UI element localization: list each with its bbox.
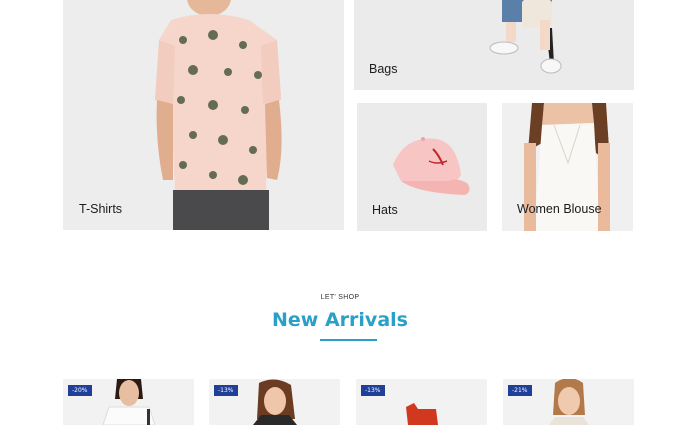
section-title: New Arrivals (272, 309, 408, 331)
category-tile-bags[interactable]: Bags (354, 0, 634, 90)
discount-badge: -13% (214, 385, 238, 396)
discount-badge: -21% (508, 385, 532, 396)
category-tile-women-blouse[interactable]: Women Blouse (502, 103, 633, 231)
section-eyebrow: LET' SHOP (320, 294, 360, 301)
category-label-hats: Hats (372, 203, 398, 217)
category-label-bags: Bags (369, 62, 398, 76)
category-label-women-blouse: Women Blouse (517, 202, 602, 216)
bags-image (489, 0, 562, 74)
category-tile-hats[interactable]: Hats (357, 103, 487, 231)
product-card[interactable]: -20% (63, 379, 194, 425)
product-card[interactable]: -13% (356, 379, 487, 425)
category-label-tshirts: T-Shirts (79, 202, 123, 216)
discount-badge: -20% (68, 385, 92, 396)
tshirts-image (155, 0, 282, 230)
category-tile-tshirts[interactable]: T-Shirts (63, 0, 344, 230)
product-card[interactable]: -21% (503, 379, 634, 425)
section-title-underline (320, 339, 377, 341)
discount-badge: -13% (361, 385, 385, 396)
product-card[interactable]: -13% (209, 379, 340, 425)
